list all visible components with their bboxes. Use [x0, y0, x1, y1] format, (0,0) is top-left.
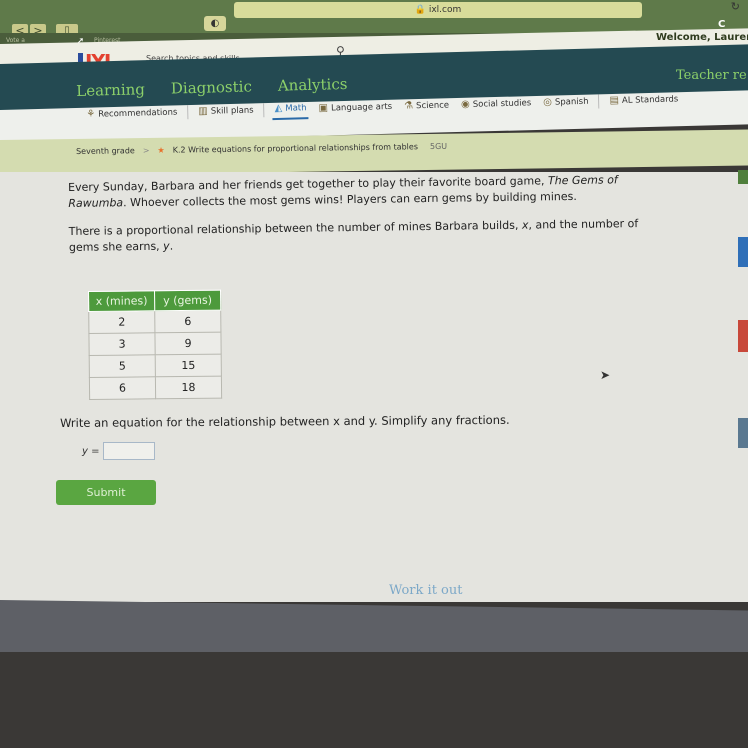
table-cell: 9	[154, 332, 222, 355]
screen-bezel	[0, 652, 748, 748]
lock-icon: 🔒	[414, 5, 426, 15]
social-studies-icon: ◉	[460, 98, 470, 111]
privacy-button[interactable]: ◐	[204, 16, 226, 31]
subject-skill-plans[interactable]: ▥ Skill plans	[196, 101, 256, 122]
subject-science[interactable]: ⚗ Science	[402, 95, 451, 115]
chevron-right-icon: >	[142, 145, 150, 156]
address-bar[interactable]: 🔒 ixl.com	[234, 2, 642, 18]
table-cell: 6	[89, 376, 156, 400]
subject-label: Science	[415, 99, 450, 111]
subject-label: Recommendations	[98, 107, 178, 120]
math-icon: ◭	[274, 102, 283, 115]
problem-paragraph-2: There is a proportional relationship bet…	[68, 217, 639, 254]
subject-spanish[interactable]: ◎ Spanish	[541, 92, 591, 112]
subject-label: Math	[285, 102, 307, 114]
standards-icon: ▤	[609, 94, 620, 107]
shield-icon: ◐	[210, 18, 220, 29]
recommendations-icon: ⚘	[86, 108, 96, 120]
mouse-cursor-icon: ➤	[600, 368, 611, 382]
equation-label: y =	[82, 445, 100, 457]
table-header-row: x (mines) y (gems)	[88, 290, 221, 312]
nav-analytics[interactable]: Analytics	[278, 75, 348, 95]
table-cell: 18	[155, 376, 222, 399]
nav-diagnostic[interactable]: Diagnostic	[171, 77, 252, 97]
reload-icon[interactable]: ↻	[731, 0, 740, 13]
subject-label: Skill plans	[210, 105, 254, 117]
answer-input[interactable]	[103, 442, 156, 460]
work-it-out-link[interactable]: Work it out	[389, 583, 462, 598]
screen: < > ▯ ◐ 🔒 ixl.com ↻ Vote a ➚ Pinterest C…	[0, 0, 748, 748]
table-header-x: x (mines)	[88, 290, 155, 312]
side-tab[interactable]	[738, 320, 748, 352]
table-cell: 3	[88, 332, 156, 356]
side-tab[interactable]	[738, 418, 748, 448]
breadcrumb-grade[interactable]: Seventh grade	[76, 146, 135, 156]
subject-math[interactable]: ◭ Math	[272, 98, 309, 121]
side-tab[interactable]	[738, 237, 748, 267]
skill-code: 5GU	[429, 141, 448, 152]
language-arts-icon: ▣	[318, 102, 329, 114]
table-row: 5 15	[89, 354, 222, 378]
side-tab[interactable]	[738, 170, 748, 184]
equation-row: y =	[82, 442, 156, 460]
table-row: 39	[88, 332, 222, 356]
table-row: 6 18	[89, 376, 222, 400]
subject-label: Social studies	[472, 97, 532, 110]
skill-plans-icon: ▥	[198, 105, 208, 118]
spanish-icon: ◎	[543, 96, 553, 108]
subject-language-arts[interactable]: ▣ Language arts	[316, 97, 394, 118]
divider	[598, 94, 600, 109]
subject-label: AL Standards	[621, 93, 679, 106]
table-header-y: y (gems)	[154, 290, 221, 311]
welcome-text[interactable]: Welcome, Lauren	[656, 32, 748, 43]
problem-statement: Every Sunday, Barbara and her friends ge…	[68, 172, 649, 268]
divider	[263, 102, 265, 117]
table-row: 26	[88, 310, 221, 334]
subject-social-studies[interactable]: ◉ Social studies	[459, 93, 534, 114]
subject-recommendations[interactable]: ⚘ Recommendations	[84, 103, 180, 124]
data-table: x (mines) y (gems) 26 39 5 15 6 18	[88, 290, 222, 400]
table-cell: 6	[154, 310, 221, 333]
problem-paragraph-1: Every Sunday, Barbara and her friends ge…	[68, 173, 618, 210]
star-icon: ★	[157, 145, 165, 155]
teacher-resources-link[interactable]: Teacher re	[676, 68, 747, 83]
subject-al-standards[interactable]: ▤ AL Standards	[607, 89, 680, 110]
subject-label: Spanish	[554, 96, 589, 108]
table-cell: 2	[88, 310, 155, 334]
submit-button[interactable]: Submit	[56, 480, 156, 505]
url-text: ixl.com	[428, 5, 462, 15]
subject-label: Language arts	[330, 101, 393, 114]
science-icon: ⚗	[404, 100, 414, 112]
nav-learning[interactable]: Learning	[76, 80, 145, 100]
divider	[187, 104, 189, 119]
table-cell: 5	[89, 354, 156, 378]
table-cell: 15	[155, 354, 222, 377]
